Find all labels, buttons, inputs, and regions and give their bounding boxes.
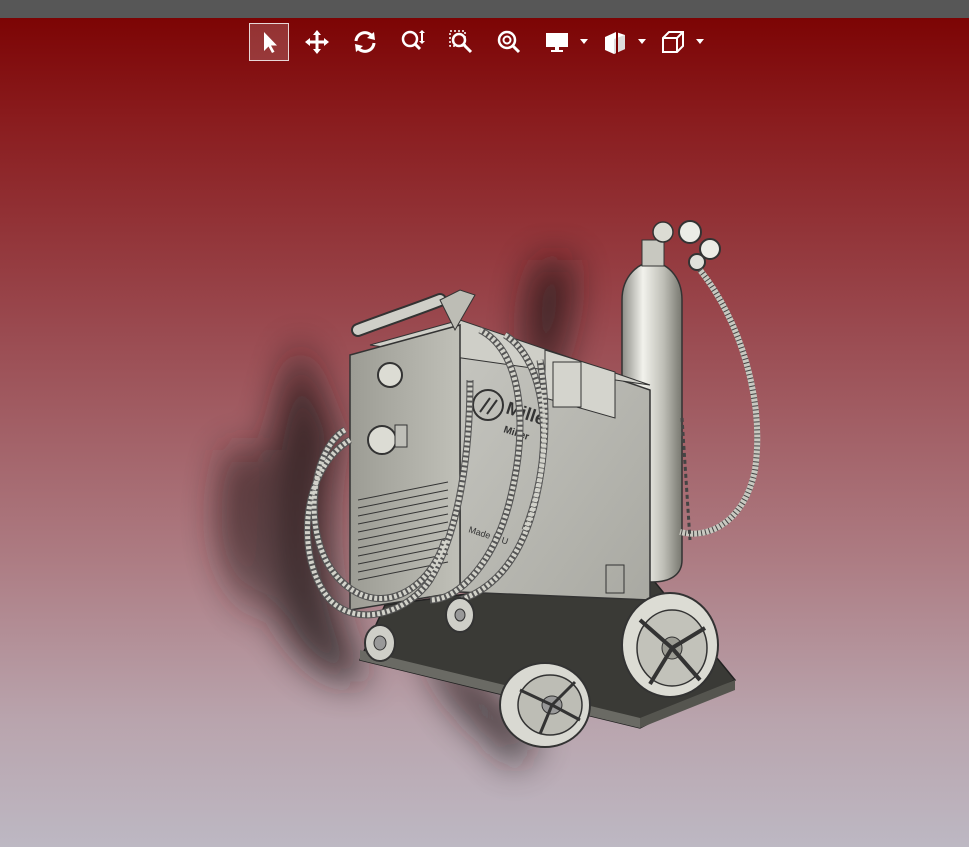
3d-viewer[interactable]: Mille Miller Made in U	[0, 0, 969, 847]
zoom-in-out-icon	[401, 30, 425, 51]
zoom-window-tool-button[interactable]	[441, 23, 481, 61]
rotate-icon	[354, 31, 376, 53]
chevron-down-icon	[638, 39, 646, 44]
view-orientation-button[interactable]	[653, 23, 693, 61]
view-cube-icon	[662, 31, 684, 53]
zoom-window-icon	[449, 30, 473, 54]
display-monitor-icon	[546, 33, 568, 52]
display-mode-button[interactable]	[537, 23, 577, 61]
select-arrow-icon	[264, 32, 277, 53]
select-tool-button[interactable]	[249, 23, 289, 61]
section-view-dropdown[interactable]	[635, 23, 649, 61]
zoom-fit-tool-button[interactable]	[489, 23, 529, 61]
chevron-down-icon	[580, 39, 588, 44]
pan-move-icon	[305, 30, 329, 54]
section-view-icon	[605, 30, 625, 54]
chevron-down-icon	[696, 39, 704, 44]
viewer-toolbar	[249, 22, 711, 62]
display-mode-dropdown[interactable]	[577, 23, 591, 61]
zoom-tool-button[interactable]	[393, 23, 433, 61]
view-orientation-dropdown[interactable]	[693, 23, 707, 61]
section-view-button[interactable]	[595, 23, 635, 61]
3d-model-canvas[interactable]: Mille Miller Made in U	[0, 0, 969, 847]
pan-tool-button[interactable]	[297, 23, 337, 61]
display-mode-group	[537, 23, 591, 61]
rotate-tool-button[interactable]	[345, 23, 385, 61]
zoom-fit-icon	[497, 30, 521, 54]
view-orientation-group	[653, 23, 707, 61]
section-view-group	[595, 23, 649, 61]
cart-rear-wheel	[499, 662, 591, 748]
welder-unit: Mille Miller Made in U	[349, 289, 651, 611]
